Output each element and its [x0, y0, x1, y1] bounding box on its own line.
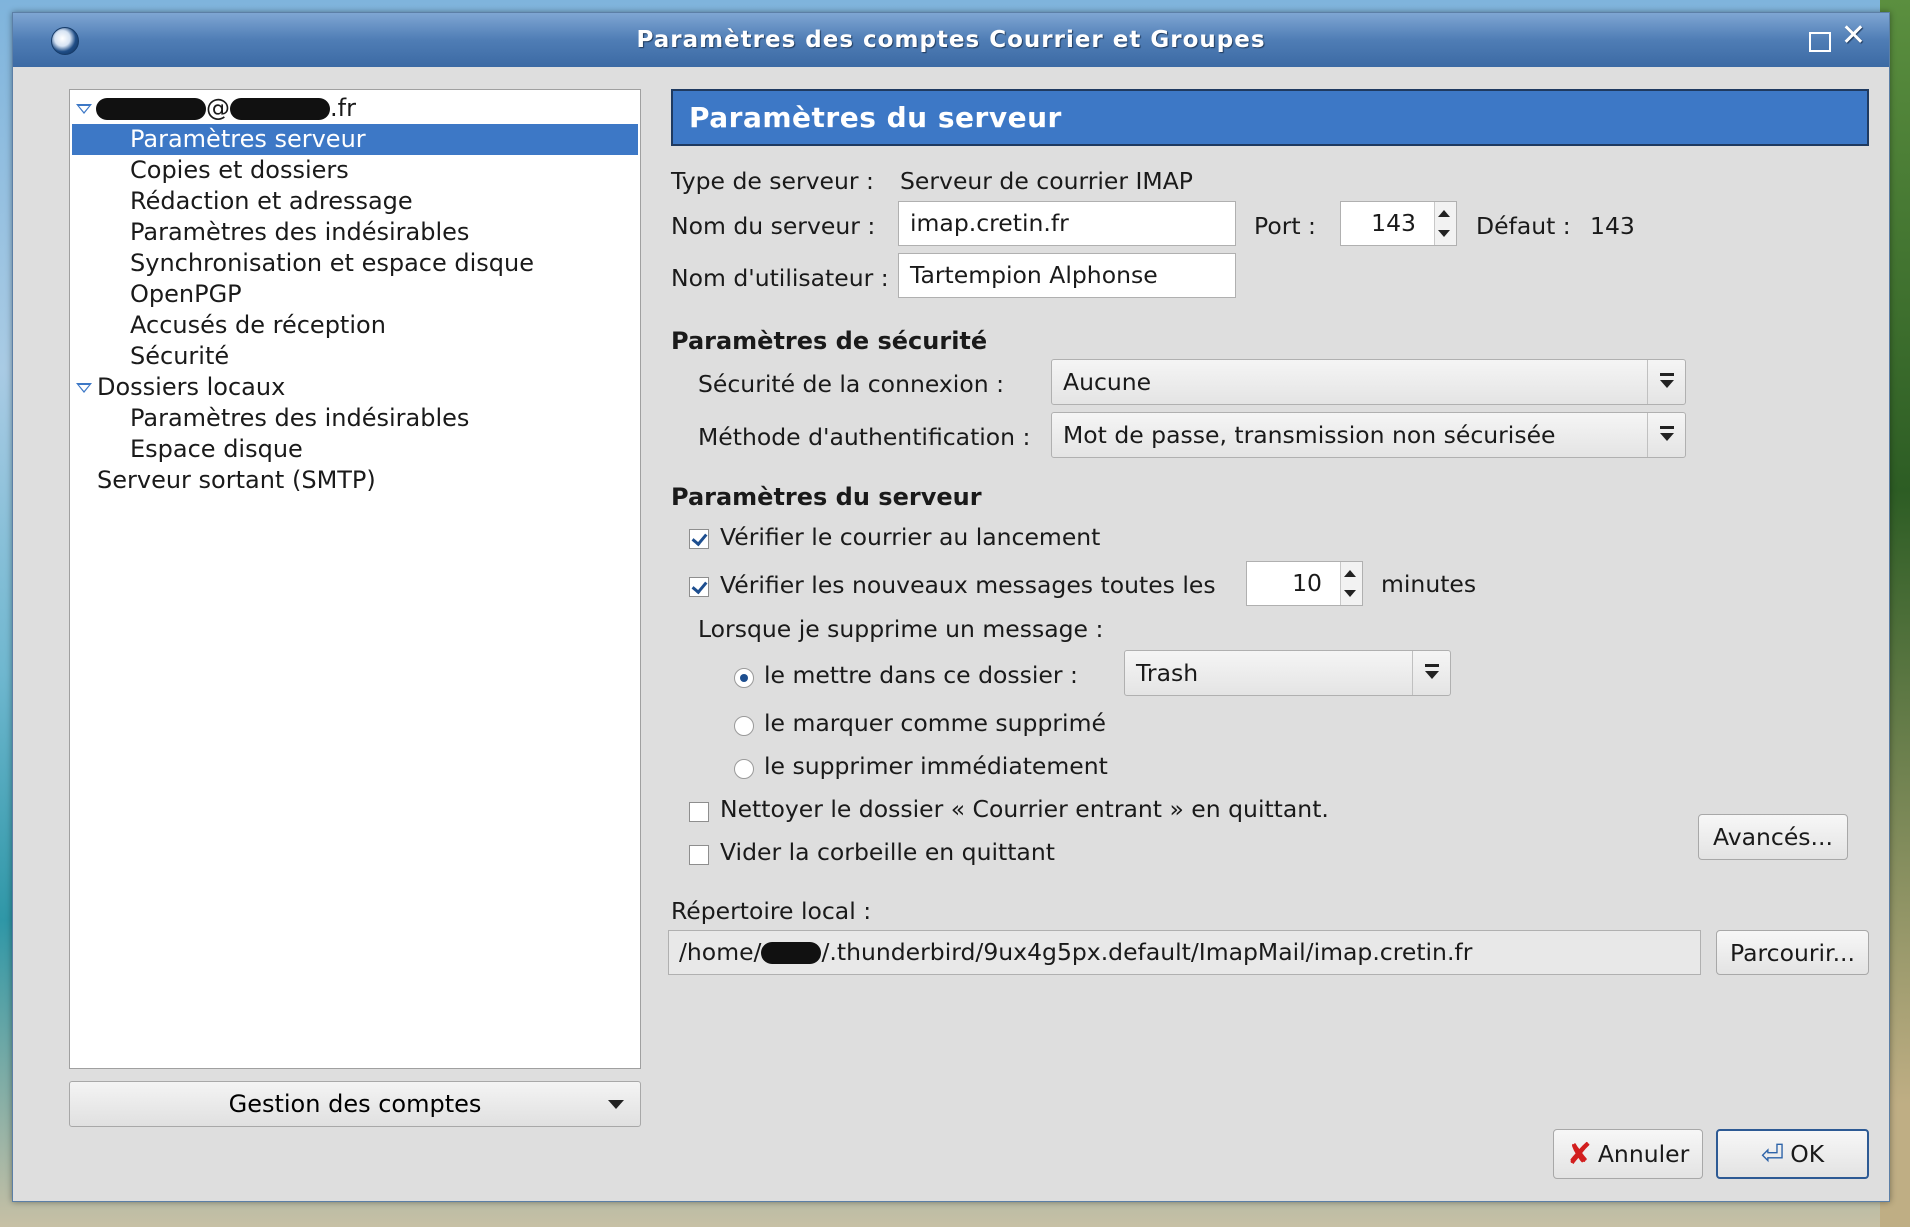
advanced-button[interactable]: Avancés... — [1698, 814, 1848, 860]
ok-button[interactable]: ⏎ OK — [1716, 1129, 1869, 1179]
username-label: Nom d'utilisateur : — [671, 264, 889, 292]
redacted-home-block — [761, 942, 822, 964]
dropdown-arrow-icon[interactable] — [1412, 651, 1450, 695]
connection-security-value: Aucune — [1063, 368, 1152, 396]
account-settings-dialog: Paramètres des comptes Courrier et Group… — [12, 12, 1890, 1202]
close-icon[interactable]: ✕ — [1841, 21, 1867, 51]
auth-method-value: Mot de passe, transmission non sécurisée — [1063, 421, 1556, 449]
security-heading: Paramètres de sécurité — [671, 327, 988, 355]
stepper-up-icon[interactable] — [1344, 570, 1356, 577]
minutes-label: minutes — [1381, 570, 1477, 598]
check-interval-value: 10 — [1292, 569, 1322, 597]
local-directory-input[interactable]: /home/ /.thunderbird/9ux4g5px.default/Ima… — [668, 930, 1701, 975]
tree-item-junk-settings[interactable]: Paramètres des indésirables — [70, 217, 640, 248]
empty-trash-checkbox[interactable] — [689, 845, 709, 865]
expand-triangle-icon[interactable] — [76, 104, 92, 114]
browse-button[interactable]: Parcourir... — [1716, 930, 1869, 975]
server-settings-heading: Paramètres du serveur — [671, 483, 982, 511]
default-port-value: 143 — [1590, 212, 1635, 240]
local-directory-label: Répertoire local : — [671, 897, 872, 925]
tree-item-openpgp[interactable]: OpenPGP — [70, 279, 640, 310]
tree-item-local-junk[interactable]: Paramètres des indésirables — [70, 403, 640, 434]
auth-method-select[interactable]: Mot de passe, transmission non sécurisée — [1051, 412, 1686, 458]
tree-item-local-disk[interactable]: Espace disque — [70, 434, 640, 465]
move-to-folder-label[interactable]: le mettre dans ce dossier : — [764, 661, 1078, 689]
panel-header: Paramètres du serveur — [671, 89, 1869, 146]
enter-return-icon: ⏎ — [1760, 1137, 1785, 1171]
dropdown-arrow-icon[interactable] — [1647, 360, 1685, 404]
stepper-down-icon[interactable] — [1344, 590, 1356, 597]
tree-local-folders-row[interactable]: Dossiers locaux — [70, 372, 640, 403]
check-every-label[interactable]: Vérifier les nouveaux messages toutes le… — [720, 571, 1216, 599]
server-type-label: Type de serveur : — [671, 167, 874, 195]
tree-account-row[interactable]: @ .fr — [70, 93, 640, 124]
mark-deleted-label[interactable]: le marquer comme supprimé — [764, 709, 1106, 737]
tree-item-return-receipts[interactable]: Accusés de réception — [70, 310, 640, 341]
tree-local-folders-label: Dossiers locaux — [97, 373, 286, 401]
tree-item-copies-folders[interactable]: Copies et dossiers — [70, 155, 640, 186]
dropdown-arrow-icon — [608, 1100, 624, 1109]
delete-now-label[interactable]: le supprimer immédiatement — [764, 752, 1108, 780]
account-tree[interactable]: @ .fr Paramètres serveur Copies et dossie… — [69, 89, 641, 1069]
local-directory-prefix: /home/ — [679, 938, 762, 966]
cancel-button[interactable]: ✘ Annuler — [1553, 1129, 1703, 1179]
window-title: Paramètres des comptes Courrier et Group… — [636, 27, 1266, 53]
stepper-up-icon[interactable] — [1438, 210, 1450, 217]
username-input[interactable]: Tartempion Alphonse — [898, 253, 1236, 298]
server-type-value: Serveur de courrier IMAP — [900, 167, 1193, 195]
cancel-button-label: Annuler — [1597, 1140, 1690, 1168]
expand-triangle-icon[interactable] — [76, 383, 92, 393]
on-delete-label: Lorsque je supprime un message : — [698, 615, 1104, 643]
maximize-icon[interactable] — [1809, 32, 1831, 52]
trash-folder-value: Trash — [1136, 659, 1199, 687]
check-on-startup-label[interactable]: Vérifier le courrier au lancement — [720, 523, 1100, 551]
delete-now-radio[interactable] — [734, 759, 754, 779]
move-to-folder-radio[interactable] — [734, 668, 754, 688]
account-actions-label: Gestion des comptes — [228, 1090, 482, 1118]
server-name-label: Nom du serveur : — [671, 212, 876, 240]
thunderbird-app-icon — [51, 27, 79, 55]
clean-inbox-label[interactable]: Nettoyer le dossier « Courrier entrant »… — [720, 795, 1329, 823]
account-actions-button[interactable]: Gestion des comptes — [69, 1081, 641, 1127]
tree-item-security[interactable]: Sécurité — [70, 341, 640, 372]
default-port-label: Défaut : — [1476, 212, 1571, 240]
local-directory-suffix: /.thunderbird/9ux4g5px.default/ImapMail/… — [821, 938, 1473, 966]
port-value: 143 — [1371, 209, 1416, 237]
clean-inbox-checkbox[interactable] — [689, 802, 709, 822]
ok-button-label: OK — [1790, 1140, 1825, 1168]
account-at-sign: @ — [206, 94, 230, 122]
auth-method-label: Méthode d'authentification : — [698, 423, 1031, 451]
mark-deleted-radio[interactable] — [734, 716, 754, 736]
port-label: Port : — [1254, 212, 1316, 240]
check-interval-stepper[interactable]: 10 — [1246, 561, 1363, 606]
cancel-x-icon: ✘ — [1566, 1136, 1592, 1172]
trash-folder-select[interactable]: Trash — [1124, 650, 1451, 696]
connection-security-select[interactable]: Aucune — [1051, 359, 1686, 405]
tree-item-sync-disk[interactable]: Synchronisation et espace disque — [70, 248, 640, 279]
port-stepper[interactable]: 143 — [1340, 201, 1457, 246]
redacted-domain-block — [230, 98, 330, 120]
dropdown-arrow-icon[interactable] — [1647, 413, 1685, 457]
title-bar[interactable]: Paramètres des comptes Courrier et Group… — [13, 13, 1889, 67]
connection-security-label: Sécurité de la connexion : — [698, 370, 1004, 398]
tree-item-composition[interactable]: Rédaction et adressage — [70, 186, 640, 217]
check-on-startup-checkbox[interactable] — [689, 529, 709, 549]
empty-trash-label[interactable]: Vider la corbeille en quittant — [720, 838, 1055, 866]
tree-item-smtp[interactable]: Serveur sortant (SMTP) — [70, 465, 640, 496]
stepper-down-icon[interactable] — [1438, 230, 1450, 237]
redacted-username-block — [96, 98, 206, 120]
server-name-input[interactable]: imap.cretin.fr — [898, 201, 1236, 246]
tree-item-server-settings[interactable]: Paramètres serveur — [72, 124, 638, 155]
check-every-checkbox[interactable] — [689, 577, 709, 597]
account-suffix: .fr — [330, 94, 356, 122]
